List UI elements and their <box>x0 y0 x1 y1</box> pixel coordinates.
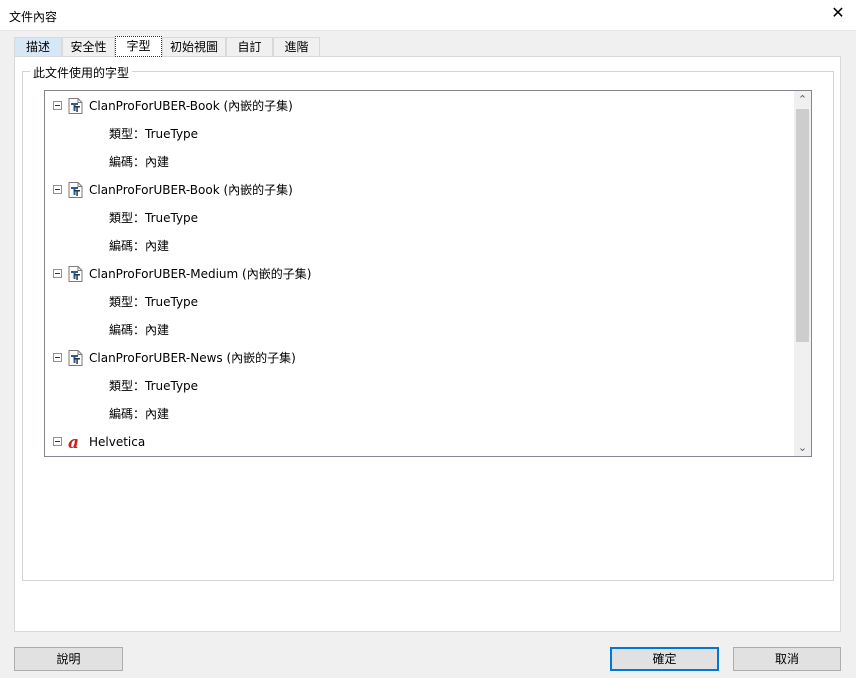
vertical-scrollbar[interactable]: ⌃ ⌄ <box>794 91 811 456</box>
truetype-font-icon <box>68 266 83 282</box>
font-encoding: 編碼：內建 <box>109 155 170 169</box>
collapse-icon[interactable] <box>53 101 62 110</box>
type1-font-icon: a <box>68 434 79 450</box>
font-type: 類型：TrueType <box>109 211 199 225</box>
scroll-up-icon[interactable]: ⌃ <box>794 91 811 108</box>
font-encoding: 編碼：內建 <box>109 407 170 421</box>
tab-custom[interactable]: 自訂 <box>226 37 273 56</box>
close-icon[interactable]: ✕ <box>830 5 846 21</box>
title-bar: 文件內容 ✕ <box>0 0 856 31</box>
tab-initial-view[interactable]: 初始視圖 <box>162 37 226 56</box>
tab-description[interactable]: 描述 <box>14 37 62 56</box>
font-name: ClanProForUBER-Medium (內嵌的子集) <box>89 267 312 281</box>
scroll-thumb[interactable] <box>796 109 809 342</box>
tab-advanced[interactable]: 進階 <box>273 37 320 56</box>
collapse-icon[interactable] <box>53 353 62 362</box>
tab-security[interactable]: 安全性 <box>62 37 115 56</box>
truetype-font-icon <box>68 98 83 114</box>
font-type: 類型：TrueType <box>109 127 199 141</box>
font-encoding: 編碼：內建 <box>109 323 170 337</box>
font-type: 類型：TrueType <box>109 295 199 309</box>
tab-fonts[interactable]: 字型 <box>115 36 162 57</box>
font-name: ClanProForUBER-Book (內嵌的子集) <box>89 183 293 197</box>
font-name: ClanProForUBER-Book (內嵌的子集) <box>89 99 293 113</box>
svg-text:a: a <box>68 434 79 450</box>
collapse-icon[interactable] <box>53 185 62 194</box>
font-tree[interactable]: ClanProForUBER-Book (內嵌的子集) 類型：TrueType … <box>44 90 812 457</box>
collapse-icon[interactable] <box>53 269 62 278</box>
font-encoding: 編碼：內建 <box>109 239 170 253</box>
truetype-font-icon <box>68 182 83 198</box>
cancel-button[interactable]: 取消 <box>733 647 841 671</box>
font-type: 類型：TrueType <box>109 379 199 393</box>
collapse-icon[interactable] <box>53 437 62 446</box>
truetype-font-icon <box>68 350 83 366</box>
font-name: Helvetica <box>89 435 146 449</box>
group-legend: 此文件使用的字型 <box>30 64 133 81</box>
help-button[interactable]: 說明 <box>14 647 123 671</box>
ok-button[interactable]: 確定 <box>610 647 719 671</box>
window-title: 文件內容 <box>9 10 58 24</box>
font-name: ClanProForUBER-News (內嵌的子集) <box>89 351 296 365</box>
scroll-down-icon[interactable]: ⌄ <box>794 439 811 456</box>
